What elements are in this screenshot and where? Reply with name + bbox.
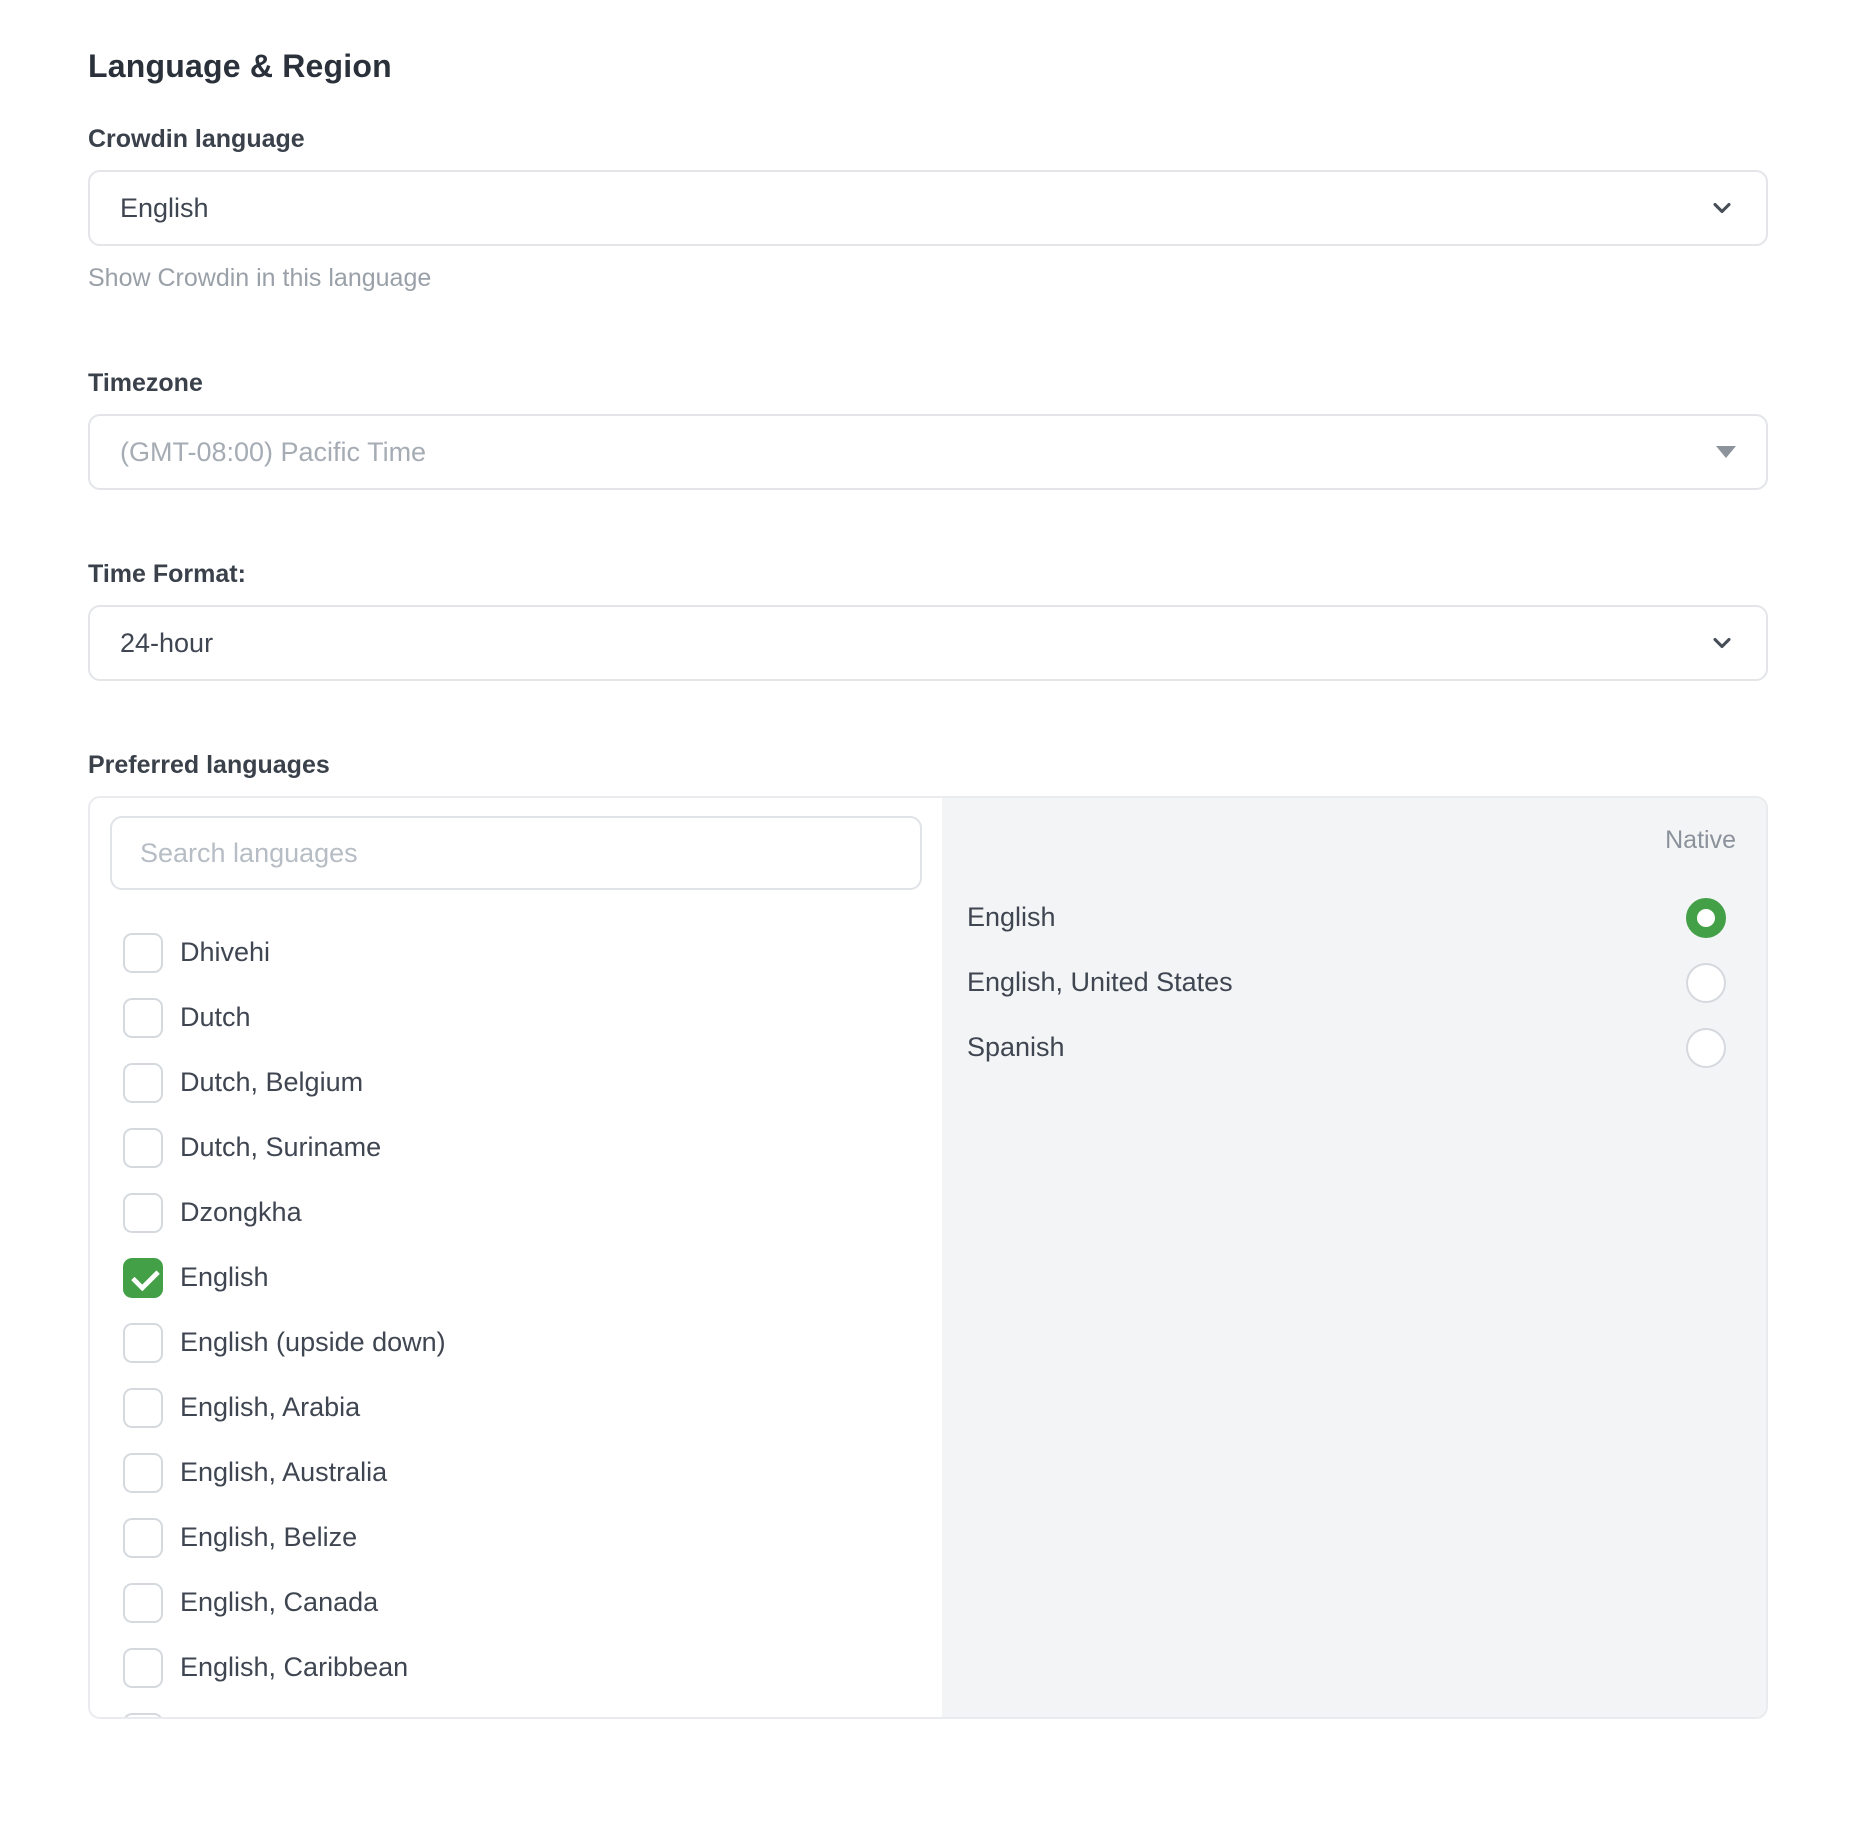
page-title: Language & Region [88, 48, 1856, 85]
language-checkbox[interactable] [123, 1518, 163, 1558]
language-option-row[interactable]: Dutch, Belgium [110, 1050, 922, 1115]
language-checkbox[interactable] [123, 1388, 163, 1428]
native-option-row[interactable]: English, United States [942, 950, 1766, 1015]
language-option-label: Dhivehi [180, 937, 270, 968]
language-search-column: Dhivehi Dutch Dutch, Belgium Dutch, Suri… [90, 798, 942, 1717]
crowdin-language-helper: Show Crowdin in this language [88, 264, 1856, 293]
timezone-value: (GMT-08:00) Pacific Time [120, 437, 1716, 468]
chevron-down-icon [1708, 629, 1736, 657]
time-format-value: 24-hour [120, 628, 1708, 659]
caret-down-icon [1716, 446, 1736, 458]
native-radio[interactable] [1686, 1028, 1726, 1068]
language-option-label: Dutch [180, 1002, 251, 1033]
crowdin-language-value: English [120, 193, 1708, 224]
language-checkbox[interactable] [123, 1648, 163, 1688]
language-option-label: English, Australia [180, 1457, 387, 1488]
native-option-label: Spanish [967, 1032, 1686, 1063]
native-option-label: English [967, 902, 1686, 933]
language-checkbox[interactable] [123, 1453, 163, 1493]
language-option-row[interactable]: English, Arabia [110, 1375, 922, 1440]
native-option-row[interactable]: Spanish [942, 1015, 1766, 1080]
language-option-label: Dzongkha [180, 1197, 302, 1228]
language-option-label: English, China [180, 1717, 354, 1719]
language-checkbox[interactable] [123, 1063, 163, 1103]
language-option-row[interactable]: Dutch, Suriname [110, 1115, 922, 1180]
native-radio[interactable] [1686, 963, 1726, 1003]
language-option-row[interactable]: English, Australia [110, 1440, 922, 1505]
native-option-row[interactable]: English [942, 885, 1766, 950]
native-language-column: Native English English, United States Sp… [942, 798, 1766, 1717]
language-option-row[interactable]: Dzongkha [110, 1180, 922, 1245]
timezone-label: Timezone [88, 369, 1856, 398]
language-option-row[interactable]: English, Belize [110, 1505, 922, 1570]
language-option-label: English, Belize [180, 1522, 357, 1553]
crowdin-language-select[interactable]: English [88, 170, 1768, 246]
language-checkbox[interactable] [123, 1713, 163, 1720]
language-checkbox-list: Dhivehi Dutch Dutch, Belgium Dutch, Suri… [110, 920, 922, 1719]
language-option-label: English [180, 1262, 269, 1293]
preferred-languages-label: Preferred languages [88, 751, 1856, 780]
language-option-row[interactable]: Dutch [110, 985, 922, 1050]
language-option-label: English, Canada [180, 1587, 378, 1618]
language-option-label: English (upside down) [180, 1327, 446, 1358]
language-checkbox[interactable] [123, 1258, 163, 1298]
language-checkbox[interactable] [123, 933, 163, 973]
language-option-row[interactable]: English [110, 1245, 922, 1310]
crowdin-language-label: Crowdin language [88, 125, 1856, 154]
language-checkbox[interactable] [123, 1193, 163, 1233]
timezone-select[interactable]: (GMT-08:00) Pacific Time [88, 414, 1768, 490]
language-checkbox[interactable] [123, 1323, 163, 1363]
language-checkbox[interactable] [123, 998, 163, 1038]
language-checkbox[interactable] [123, 1583, 163, 1623]
native-column-header: Native [942, 826, 1766, 855]
time-format-label: Time Format: [88, 560, 1856, 589]
language-option-row[interactable]: English, Canada [110, 1570, 922, 1635]
language-option-label: Dutch, Suriname [180, 1132, 381, 1163]
language-option-label: English, Arabia [180, 1392, 360, 1423]
language-region-settings: Language & Region Crowdin language Engli… [0, 0, 1856, 1719]
search-languages-input[interactable] [110, 816, 922, 890]
time-format-select[interactable]: 24-hour [88, 605, 1768, 681]
chevron-down-icon [1708, 194, 1736, 222]
language-option-label: Dutch, Belgium [180, 1067, 363, 1098]
preferred-languages-panel: Dhivehi Dutch Dutch, Belgium Dutch, Suri… [88, 796, 1768, 1719]
language-option-row[interactable]: English (upside down) [110, 1310, 922, 1375]
language-option-row[interactable]: Dhivehi [110, 920, 922, 985]
native-option-label: English, United States [967, 967, 1686, 998]
language-option-row[interactable]: English, China [110, 1700, 922, 1719]
language-option-label: English, Caribbean [180, 1652, 408, 1683]
native-radio[interactable] [1686, 898, 1726, 938]
language-option-row[interactable]: English, Caribbean [110, 1635, 922, 1700]
language-checkbox[interactable] [123, 1128, 163, 1168]
native-radio-list: English English, United States Spanish [942, 885, 1766, 1080]
